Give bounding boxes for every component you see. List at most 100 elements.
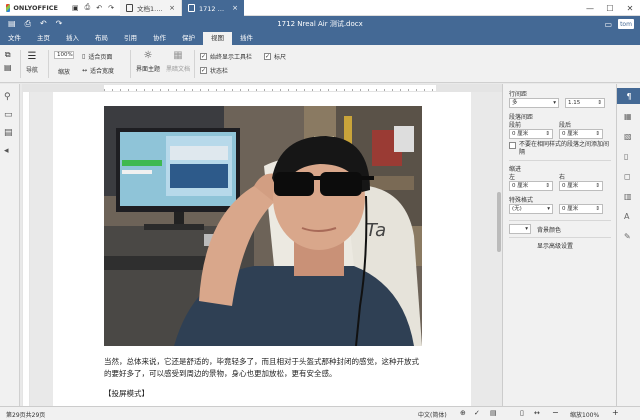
special-format-value: (无) [512,206,522,212]
open-location-icon[interactable]: ▭ [604,20,612,29]
undo-icon[interactable]: ↶ [96,4,102,12]
signature-settings-icon[interactable]: ✎ [624,232,631,241]
menu-plugins[interactable]: 插件 [232,32,261,45]
comments-icon[interactable]: ▭ [4,110,13,120]
save-icon[interactable]: ▣ [72,4,79,12]
document-page[interactable]: Ta 当然，总体来说，它还是舒适的，毕竟轻多了，而且相对于头盔式那种封闭的感觉，… [53,92,471,406]
no-space-same-style-checkbox[interactable] [509,142,516,149]
chat-icon[interactable]: ▤ [4,128,13,138]
fit-page-button[interactable]: ▯ 适合页面 [82,52,112,61]
background-color-label: 背景颜色 [537,227,562,234]
indent-left-input[interactable]: 0 厘米 ⇕ [509,181,553,191]
line-spacing-label: 行间距 [509,91,528,98]
ribbon-separator [20,50,21,78]
fit-page-status-icon[interactable]: ▯ [520,409,524,417]
menu-view[interactable]: 视图 [203,32,232,45]
user-avatar[interactable]: tom [618,19,634,29]
scrollbar-thumb[interactable] [497,192,501,252]
chart-settings-icon[interactable]: ▥ [624,192,632,201]
paragraph-settings-icon[interactable]: ¶ [617,88,640,104]
ruler-option[interactable]: ✓ 标尺 [264,52,286,61]
special-amount-input[interactable]: 0 厘米 ⇕ [559,204,603,214]
window-controls: — ☐ ✕ [580,0,640,16]
stepper-icon: ⇕ [595,206,600,212]
status-bar-option[interactable]: ✓ 状态栏 [200,66,228,75]
photo-illustration: Ta [104,106,422,346]
maximize-icon[interactable]: ☐ [600,0,620,16]
copy-icon[interactable]: ⧉ [5,50,11,60]
panel-divider [509,220,611,221]
line-spacing-mode-select[interactable]: 多 ▾ [509,98,559,108]
paste-icon[interactable]: ▤ [4,63,12,72]
header-footer-icon[interactable]: ▯ [624,152,628,161]
close-tab-icon[interactable]: × [232,4,238,12]
inserted-photo[interactable]: Ta [104,106,422,346]
special-amount-value: 0 厘米 [562,206,579,212]
track-changes-icon[interactable]: ▤ [490,409,497,417]
image-settings-icon[interactable]: ▧ [624,132,632,141]
menu-insert[interactable]: 插入 [58,32,87,45]
background-color-picker[interactable]: ▾ [509,224,531,234]
stepper-icon: ⇕ [545,131,550,137]
textart-settings-icon[interactable]: A [624,212,629,221]
line-spacing-value-input[interactable]: 1.15 ⇕ [565,98,605,108]
menu-bar: 文件 主页 插入 布局 引用 协作 保护 视图 插件 [0,32,640,45]
ruler-checkbox[interactable]: ✓ [264,53,271,60]
zoom-out-icon[interactable]: − [552,408,559,417]
navigation-button[interactable]: ☰ 导航 [26,51,38,74]
navigation-label: 导航 [26,67,39,74]
app-name: ONLYOFFICE [13,3,58,12]
always-show-toolbar-option[interactable]: ✓ 始终显示工具栏 [200,52,252,61]
close-tab-icon[interactable]: × [169,4,175,12]
stepper-icon: ⇕ [595,131,600,137]
advanced-settings-link[interactable]: 显示高级设置 [537,241,573,250]
menu-protection[interactable]: 保护 [174,32,203,45]
vertical-ruler[interactable] [22,92,30,406]
app-logo: ONLYOFFICE [0,3,64,12]
menu-home[interactable]: 主页 [29,32,58,45]
table-settings-icon[interactable]: ▦ [624,112,632,121]
menu-file[interactable]: 文件 [0,32,29,45]
tab-document-1[interactable]: 文档1.docx* × [119,0,182,16]
close-window-icon[interactable]: ✕ [620,0,640,16]
space-before-value: 0 厘米 [512,131,529,137]
page-info[interactable]: 第29页共29页 [6,410,45,419]
dark-document-label: 黑暗文档 [166,66,191,73]
body-paragraph[interactable]: 当然，总体来说，它还是舒适的，毕竟轻多了，而且相对于头盔式那种封闭的感觉，这种开… [104,356,424,380]
feedback-icon[interactable]: ◂ [4,146,9,156]
language-selector[interactable]: 中文(简体) [418,410,447,419]
menu-references[interactable]: 引用 [116,32,145,45]
tab-document-2[interactable]: 1712 Nreal Air 测试 × [181,0,244,16]
horizontal-ruler[interactable] [22,84,502,92]
spellcheck-icon[interactable]: ✓ [474,409,480,417]
fit-page-icon: ▯ [82,53,86,60]
space-after-input[interactable]: 0 厘米 ⇕ [559,129,603,139]
language-icon[interactable]: ⊕ [460,409,466,417]
ui-theme-button[interactable]: ☼ 界面主题 [136,50,160,73]
section-caption[interactable]: 【投屏模式】 [104,388,149,399]
document-header: ▤ ⎙ ↶ ↷ 1712 Nreal Air 测试.docx ▭ tom [0,16,640,32]
search-icon[interactable]: ⚲ [4,92,11,102]
dark-document-button[interactable]: ▦ 黑暗文档 [166,50,190,73]
panel-divider [509,237,611,238]
indent-right-input[interactable]: 0 厘米 ⇕ [559,181,603,191]
minimize-icon[interactable]: — [580,0,600,16]
ui-theme-label: 界面主题 [136,66,161,73]
indent-right-value: 0 厘米 [562,183,579,189]
special-format-select[interactable]: (无) ▾ [509,204,553,214]
space-before-input[interactable]: 0 厘米 ⇕ [509,129,553,139]
status-bar-checkbox[interactable]: ✓ [200,67,207,74]
redo-icon[interactable]: ↷ [108,4,114,12]
ribbon-separator [48,50,49,78]
menu-layout[interactable]: 布局 [87,32,116,45]
fit-width-button[interactable]: ↔ 适合宽度 [82,66,114,75]
zoom-in-icon[interactable]: + [612,408,619,417]
shape-settings-icon[interactable]: ◻ [624,172,631,181]
header-right: ▭ tom [604,19,634,29]
stepper-icon: ⇕ [597,100,602,106]
print-icon[interactable]: ⎙ [85,3,91,12]
menu-collaboration[interactable]: 协作 [145,32,174,45]
always-show-toolbar-checkbox[interactable]: ✓ [200,53,207,60]
zoom-select[interactable]: 100% [54,51,74,59]
fit-width-status-icon[interactable]: ↔ [534,409,540,417]
